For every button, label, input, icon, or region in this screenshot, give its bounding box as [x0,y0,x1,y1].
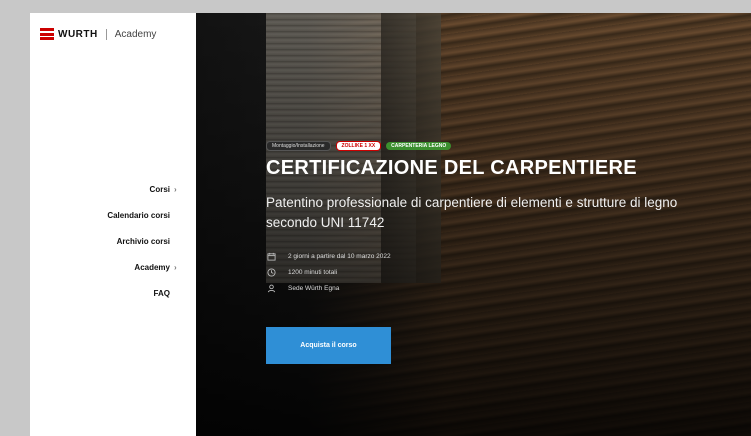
wurth-logo-icon [40,28,54,40]
clock-icon [266,267,276,277]
nav-item-label: Archivio corsi [116,236,170,246]
nav-item-label: Calendario corsi [107,210,170,220]
meta-dates-text: 2 giorni a partire dal 10 marzo 2022 [288,252,391,260]
person-location-icon [266,283,276,293]
nav-item-label: FAQ [153,288,170,298]
nav-item-academy[interactable]: Academy › [30,260,196,274]
course-meta: 2 giorni a partire dal 10 marzo 2022 120… [266,249,736,295]
brand-name: WURTH [58,28,98,40]
course-tags: Montaggio/Installazione ZOLLIKE 1 XX CAR… [266,141,736,151]
nav-item-label: Academy [134,262,170,272]
category-tag[interactable]: Montaggio/Installazione [266,141,331,151]
nav-item-calendario[interactable]: Calendario corsi [30,208,196,222]
brand-subtitle: Academy [114,28,157,40]
topic-badge: CARPENTERIA LEGNO [386,142,452,150]
sidebar: WURTH Academy Corsi › Calendario corsi A… [30,13,196,436]
course-subtitle: Patentino professionale di carpentiere d… [266,195,678,231]
meta-location-text: Sede Würth Egna [288,284,340,292]
main-nav: Corsi › Calendario corsi Archivio corsi … [30,182,196,312]
meta-location: Sede Würth Egna [266,281,736,295]
chevron-right-icon: › [174,184,177,194]
course-info: Montaggio/Installazione ZOLLIKE 1 XX CAR… [266,141,736,297]
meta-duration: 1200 minuti totali [266,265,736,279]
page-frame: WURTH Academy Corsi › Calendario corsi A… [30,13,751,436]
nav-item-corsi[interactable]: Corsi › [30,182,196,196]
nav-item-faq[interactable]: FAQ [30,286,196,300]
meta-dates: 2 giorni a partire dal 10 marzo 2022 [266,249,736,263]
hero-banner: Montaggio/Installazione ZOLLIKE 1 XX CAR… [196,13,751,436]
course-title: CERTIFICAZIONE DEL CARPENTIERE [266,157,637,179]
nav-item-label: Corsi [149,184,170,194]
meta-duration-text: 1200 minuti totali [288,268,338,276]
nav-item-archivio[interactable]: Archivio corsi [30,234,196,248]
calendar-icon [266,251,276,261]
logo[interactable]: WURTH Academy [40,27,156,41]
buy-course-button[interactable]: Acquista il corso [266,327,391,364]
logo-divider [105,28,107,40]
level-badge: ZOLLIKE 1 XX [335,141,382,151]
chevron-right-icon: › [174,262,177,272]
